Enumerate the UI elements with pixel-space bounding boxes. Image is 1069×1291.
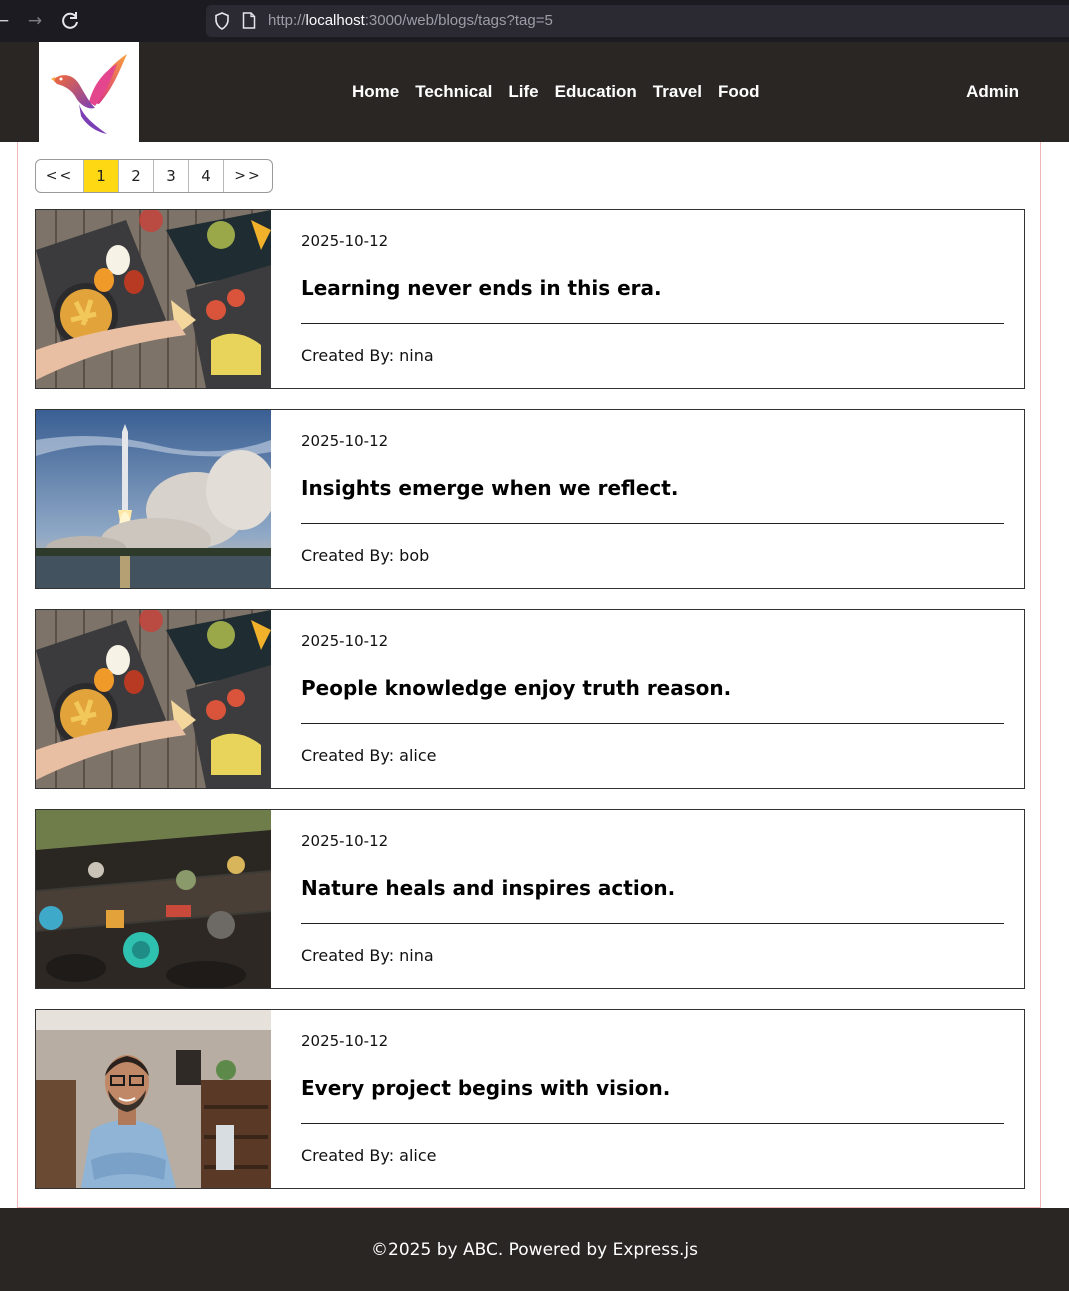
blog-card-author: Created By: alice (301, 1146, 437, 1165)
floating-market-photo (36, 810, 271, 988)
site-logo[interactable] (39, 42, 139, 142)
blog-card-body: 2025-10-12 People knowledge enjoy truth … (301, 610, 1004, 788)
nav-life[interactable]: Life (508, 82, 538, 102)
smiling-man-photo (36, 1010, 271, 1188)
blog-card-body: 2025-10-12 Every project begins with vis… (301, 1010, 1004, 1188)
main-nav: Home Technical Life Education Travel Foo… (344, 42, 768, 142)
blog-card-author: Created By: bob (301, 546, 430, 565)
blog-card-title[interactable]: Learning never ends in this era. (301, 276, 662, 300)
blog-card-list: 2025-10-12 Learning never ends in this e… (35, 209, 1025, 1209)
nav-technical[interactable]: Technical (415, 82, 492, 102)
shield-icon[interactable] (214, 12, 230, 30)
nav-education[interactable]: Education (555, 82, 637, 102)
blog-card-body: 2025-10-12 Insights emerge when we refle… (301, 410, 1004, 588)
pagination-page-4[interactable]: 4 (189, 160, 224, 192)
pagination-page-1[interactable]: 1 (84, 160, 119, 192)
blog-card-date: 2025-10-12 (301, 1032, 389, 1050)
blog-card-date: 2025-10-12 (301, 832, 389, 850)
blog-card-thumbnail[interactable] (36, 210, 271, 388)
site-header: Home Technical Life Education Travel Foo… (0, 42, 1069, 142)
blog-card-thumbnail[interactable] (36, 1010, 271, 1188)
blog-card-divider (301, 723, 1004, 724)
url-host: localhost (305, 12, 365, 29)
blog-card-date: 2025-10-12 (301, 632, 389, 650)
pagination-prev-button[interactable]: << (36, 160, 84, 192)
back-arrow-icon[interactable]: ← (0, 9, 14, 33)
url-path: :3000/web/blogs/tags?tag=5 (364, 12, 553, 29)
page-icon (242, 12, 256, 29)
blog-card-date: 2025-10-12 (301, 432, 389, 450)
footer-copyright: ©2025 by ABC. Powered by Express.js (371, 1239, 698, 1260)
pagination-page-3[interactable]: 3 (154, 160, 189, 192)
url-scheme: http:// (268, 12, 306, 29)
blog-card[interactable]: 2025-10-12 Nature heals and inspires act… (35, 809, 1025, 989)
forward-arrow-icon[interactable]: → (23, 9, 47, 33)
blog-card-divider (301, 923, 1004, 924)
blog-card-body: 2025-10-12 Learning never ends in this e… (301, 210, 1004, 388)
nav-home[interactable]: Home (352, 82, 399, 102)
blog-card-title[interactable]: Insights emerge when we reflect. (301, 476, 678, 500)
nav-travel[interactable]: Travel (653, 82, 702, 102)
blog-card-thumbnail[interactable] (36, 410, 271, 588)
blog-card-title[interactable]: Nature heals and inspires action. (301, 876, 675, 900)
blog-card-author: Created By: alice (301, 746, 437, 765)
address-bar[interactable]: http://localhost:3000/web/blogs/tags?tag… (206, 5, 1069, 37)
blog-card-body: 2025-10-12 Nature heals and inspires act… (301, 810, 1004, 988)
nav-food[interactable]: Food (718, 82, 760, 102)
food-table-photo (36, 610, 271, 788)
reload-icon[interactable] (58, 9, 82, 33)
browser-toolbar: ← → http://localhost:3000/web/blogs/tags… (0, 0, 1069, 42)
blog-card-title[interactable]: People knowledge enjoy truth reason. (301, 676, 731, 700)
site-footer: ©2025 by ABC. Powered by Express.js (0, 1208, 1069, 1291)
blog-card-divider (301, 323, 1004, 324)
pagination: << 1 2 3 4 >> (35, 159, 273, 193)
blog-card[interactable]: 2025-10-12 Learning never ends in this e… (35, 209, 1025, 389)
food-table-photo (36, 210, 271, 388)
pagination-next-button[interactable]: >> (224, 160, 272, 192)
blog-card-divider (301, 523, 1004, 524)
admin-link[interactable]: Admin (966, 42, 1019, 142)
url-text: http://localhost:3000/web/blogs/tags?tag… (268, 12, 553, 29)
blog-card-date: 2025-10-12 (301, 232, 389, 250)
pagination-page-2[interactable]: 2 (119, 160, 154, 192)
blog-card-author: Created By: nina (301, 346, 434, 365)
blog-card[interactable]: 2025-10-12 Every project begins with vis… (35, 1009, 1025, 1189)
blog-list-container: << 1 2 3 4 >> 2025-10-12 Learning never … (17, 142, 1041, 1208)
blog-card[interactable]: 2025-10-12 People knowledge enjoy truth … (35, 609, 1025, 789)
blog-card-thumbnail[interactable] (36, 610, 271, 788)
blog-card[interactable]: 2025-10-12 Insights emerge when we refle… (35, 409, 1025, 589)
blog-card-divider (301, 1123, 1004, 1124)
blog-card-thumbnail[interactable] (36, 810, 271, 988)
blog-card-title[interactable]: Every project begins with vision. (301, 1076, 670, 1100)
blog-card-author: Created By: nina (301, 946, 434, 965)
bird-logo-icon (51, 54, 127, 134)
rocket-launch-photo (36, 410, 271, 588)
